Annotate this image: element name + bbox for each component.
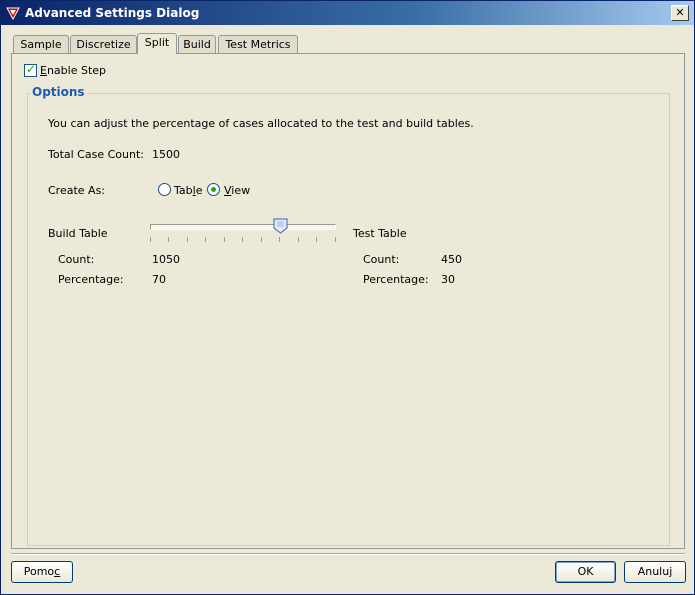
close-icon: ✕: [675, 6, 685, 19]
help-button[interactable]: Pomoc: [11, 561, 73, 583]
test-percentage-label: Percentage:: [363, 273, 429, 286]
enable-step-checkbox[interactable]: ✓: [24, 62, 37, 77]
create-as-label: Create As:: [48, 184, 106, 197]
tab-test-metrics[interactable]: Test Metrics: [218, 35, 298, 53]
test-percentage-value: 30: [441, 273, 455, 286]
build-count-value: 1050: [152, 253, 180, 266]
total-case-label: Total Case Count:: [48, 148, 144, 161]
tab-build[interactable]: Build: [178, 35, 216, 53]
app-icon: [6, 7, 20, 20]
title-bar[interactable]: Advanced Settings Dialog ✕: [1, 1, 694, 25]
test-table-title: Test Table: [353, 227, 407, 240]
ok-button[interactable]: OK: [555, 561, 616, 583]
split-slider-track[interactable]: [150, 224, 336, 230]
build-percentage-value: 70: [152, 273, 166, 286]
total-case-value: 1500: [152, 148, 180, 161]
dialog-window: Advanced Settings Dialog ✕ Sample Discre…: [0, 0, 695, 595]
build-percentage-label: Percentage:: [58, 273, 124, 286]
enable-step-label[interactable]: Enable Step: [40, 64, 106, 77]
tab-split[interactable]: Split: [137, 33, 177, 54]
radio-view[interactable]: [207, 183, 220, 196]
checkmark-icon: ✓: [26, 62, 37, 76]
options-title: Options: [30, 85, 87, 99]
radio-view-label[interactable]: View: [224, 184, 250, 197]
close-button[interactable]: ✕: [671, 5, 689, 21]
build-count-label: Count:: [58, 253, 95, 266]
build-table-title: Build Table: [48, 227, 108, 240]
cancel-button[interactable]: Anuluj: [624, 561, 686, 583]
slider-thumb[interactable]: [273, 218, 288, 234]
radio-table[interactable]: [158, 183, 171, 196]
radio-table-label[interactable]: Table: [174, 184, 202, 197]
tab-sample[interactable]: Sample: [13, 35, 69, 53]
radio-selected-dot: [211, 187, 216, 192]
bottom-separator: [11, 553, 685, 555]
options-description: You can adjust the percentage of cases a…: [48, 117, 474, 130]
test-count-value: 450: [441, 253, 462, 266]
tab-discretize[interactable]: Discretize: [70, 35, 137, 53]
slider-ticks: [150, 237, 336, 243]
window-title: Advanced Settings Dialog: [25, 6, 200, 20]
test-count-label: Count:: [363, 253, 400, 266]
